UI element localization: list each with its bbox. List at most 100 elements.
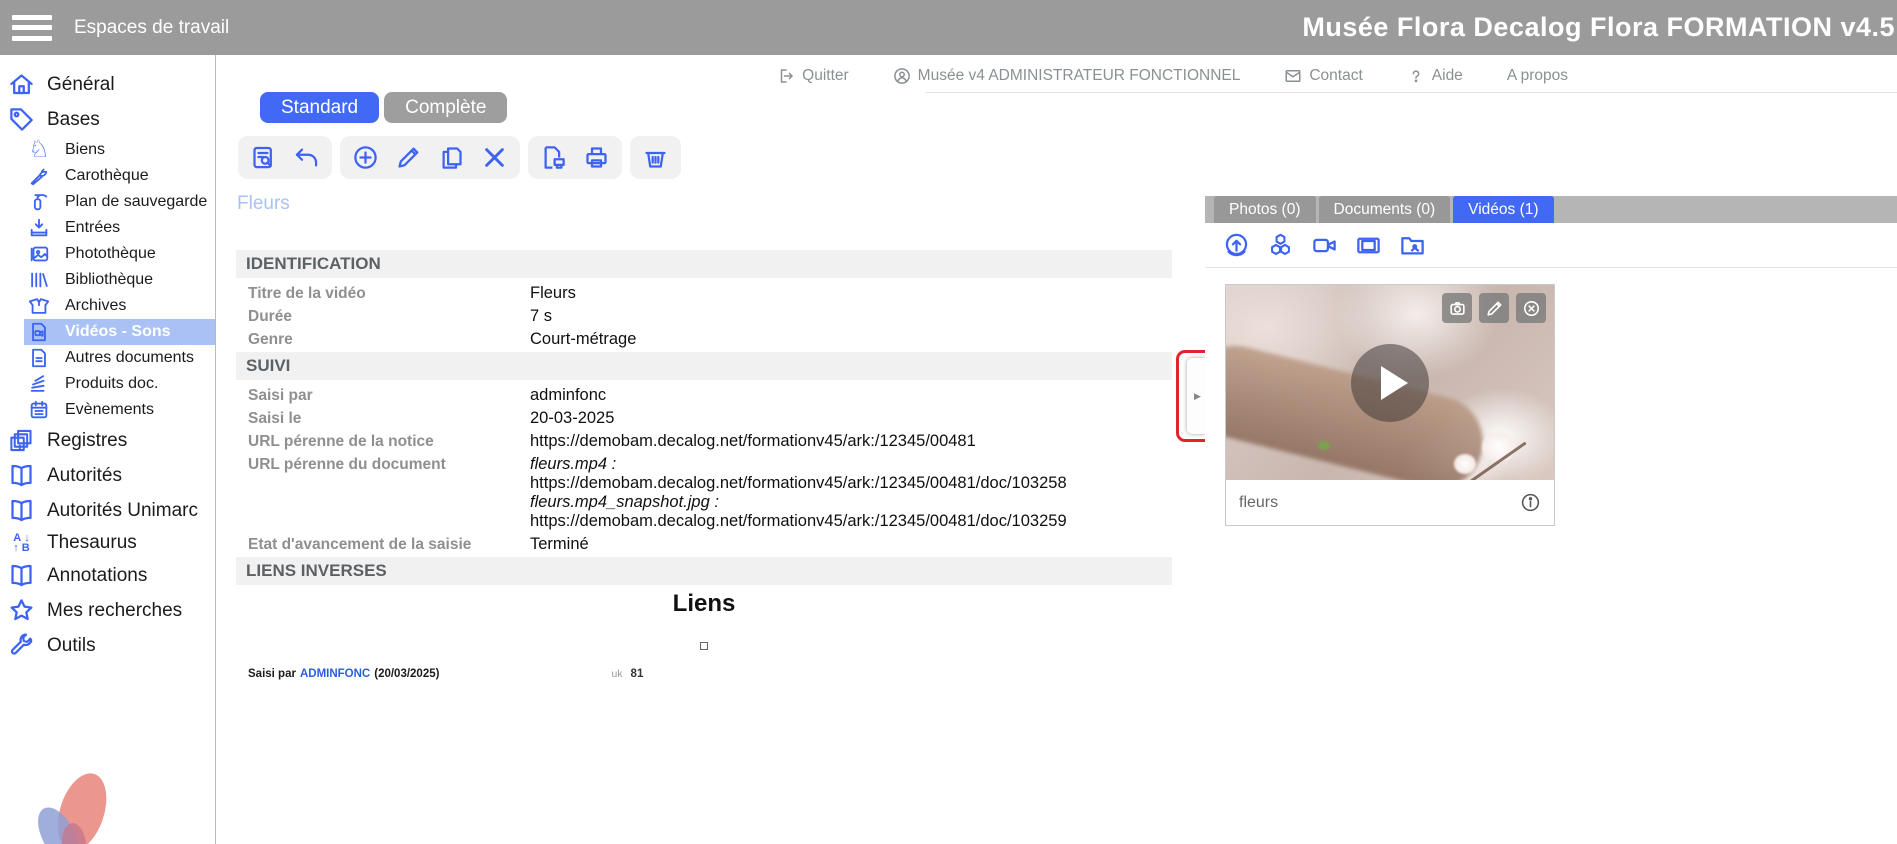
sidebar-item-autorites-unimarc[interactable]: Autorités Unimarc <box>0 493 215 528</box>
play-button[interactable] <box>1351 344 1429 422</box>
tab-standard[interactable]: Standard <box>260 92 379 123</box>
tab-videos[interactable]: Vidéos (1) <box>1453 196 1553 223</box>
chess-knight-icon: ♘ <box>28 139 50 161</box>
delete-button[interactable] <box>481 144 508 171</box>
contact-link[interactable]: Contact <box>1284 67 1362 85</box>
play-icon <box>1381 366 1408 400</box>
cubes-icon[interactable] <box>1267 232 1294 259</box>
inbox-download-icon <box>28 217 50 239</box>
field-row: Titre de la vidéo Fleurs <box>236 282 1172 305</box>
basket-button[interactable] <box>642 144 669 171</box>
sidebar-item-bibliotheque[interactable]: Bibliothèque <box>24 267 215 293</box>
utility-divider <box>925 92 1897 93</box>
record-fields: IDENTIFICATION Titre de la vidéo Fleurs … <box>236 249 1172 585</box>
sidebar-item-archives[interactable]: Archives <box>24 293 215 319</box>
utility-bar: Quitter Musée v4 ADMINISTRATEUR FONCTION… <box>900 62 1568 90</box>
question-mark-icon <box>1407 67 1425 85</box>
video-label-row: fleurs <box>1226 480 1554 525</box>
help-link[interactable]: Aide <box>1407 67 1463 85</box>
list-search-button[interactable] <box>250 144 277 171</box>
sidebar-item-evenements[interactable]: Evènements <box>24 397 215 423</box>
top-header-bar: Espaces de travail Musée Flora Decalog F… <box>0 0 1897 55</box>
sidebar-item-produits-doc[interactable]: Produits doc. <box>24 371 215 397</box>
toolbar-group-basket <box>630 136 681 179</box>
books-icon <box>28 269 50 291</box>
tab-photos[interactable]: Photos (0) <box>1214 196 1316 223</box>
envelope-icon <box>1284 67 1302 85</box>
sidebar-item-carotheque[interactable]: Carothèque <box>24 163 215 189</box>
sidebar-item-videos-sons[interactable]: Vidéos - Sons <box>24 319 215 345</box>
registers-icon <box>8 427 35 454</box>
info-icon[interactable] <box>1520 492 1541 513</box>
section-identification: IDENTIFICATION <box>236 250 1172 278</box>
printer-button[interactable] <box>583 144 610 171</box>
open-box-icon <box>28 295 50 317</box>
toolbar-group-print <box>528 136 622 179</box>
calendar-icon <box>28 399 50 421</box>
duplicate-button[interactable] <box>438 144 465 171</box>
sidebar-item-general[interactable]: Général <box>0 67 215 102</box>
field-row: Saisi le 20-03-2025 <box>236 407 1172 430</box>
open-book-icon <box>8 562 35 589</box>
document-icon <box>28 347 50 369</box>
sidebar-item-autres-documents[interactable]: Autres documents <box>24 345 215 371</box>
upload-icon[interactable] <box>1223 232 1250 259</box>
sidebar-item-plan-sauvegarde[interactable]: Plan de sauvegarde <box>24 189 215 215</box>
field-row: Durée 7 s <box>236 305 1172 328</box>
sidebar-item-registres[interactable]: Registres <box>0 423 215 458</box>
video-card[interactable]: fleurs <box>1225 284 1555 526</box>
view-tabs: Standard Complète <box>260 92 507 123</box>
tab-documents[interactable]: Documents (0) <box>1319 196 1451 223</box>
sidebar-nav: Général Bases ♘ Biens Carothèque Plan de… <box>0 55 216 844</box>
tab-complete[interactable]: Complète <box>384 92 507 123</box>
field-row: Genre Court-métrage <box>236 328 1172 351</box>
thumbnail-leaf <box>1318 441 1330 450</box>
record-title: Fleurs <box>237 193 290 215</box>
sidebar-item-biens[interactable]: ♘ Biens <box>24 137 215 163</box>
sidebar-item-phototheque[interactable]: Photothèque <box>24 241 215 267</box>
edit-button[interactable] <box>395 144 422 171</box>
folder-image-icon[interactable] <box>1399 232 1426 259</box>
toolbar-group-edit <box>340 136 520 179</box>
wrench-icon <box>8 632 35 659</box>
fire-extinguisher-icon <box>28 191 50 213</box>
video-thumbnail[interactable] <box>1226 285 1554 480</box>
video-camera-icon[interactable] <box>1311 232 1338 259</box>
star-icon <box>8 597 35 624</box>
about-link[interactable]: A propos <box>1507 67 1568 85</box>
sidebar-item-thesaurus[interactable]: A ↓↑ B Thesaurus <box>0 528 215 558</box>
exit-icon <box>777 67 795 85</box>
film-frame-icon[interactable] <box>1355 232 1382 259</box>
snapshot-button[interactable] <box>1442 293 1472 323</box>
camera-icon <box>1448 299 1467 318</box>
workspace-label[interactable]: Espaces de travail <box>74 17 229 39</box>
media-toolbar <box>1205 223 1897 268</box>
field-row: Etat d'avancement de la saisie Terminé <box>236 533 1172 556</box>
sidebar-item-entrees[interactable]: Entrées <box>24 215 215 241</box>
thumbnail-blossom <box>1454 454 1476 474</box>
tag-icon <box>8 106 35 133</box>
sidebar-item-autorites[interactable]: Autorités <box>0 458 215 493</box>
sidebar-item-bases[interactable]: Bases <box>0 102 215 137</box>
thumbnail-actions <box>1442 293 1546 323</box>
record-toolbar <box>238 136 681 179</box>
print-record-button[interactable] <box>540 144 567 171</box>
back-undo-button[interactable] <box>293 144 320 171</box>
field-row-doc-url: URL pérenne du document fleurs.mp4 : htt… <box>236 453 1172 533</box>
edit-media-button[interactable] <box>1479 293 1509 323</box>
thumbnail-blossom <box>1482 432 1516 462</box>
paper-stack-icon <box>28 373 50 395</box>
liens-heading: Liens <box>236 590 1172 618</box>
sidebar-item-outils[interactable]: Outils <box>0 628 215 663</box>
add-button[interactable] <box>352 144 379 171</box>
hamburger-menu-icon[interactable] <box>12 15 52 41</box>
remove-media-button[interactable] <box>1516 293 1546 323</box>
user-icon <box>893 67 911 85</box>
current-user[interactable]: Musée v4 ADMINISTRATEUR FONCTIONNEL <box>893 67 1241 85</box>
sidebar-item-annotations[interactable]: Annotations <box>0 558 215 593</box>
field-row: Saisi par adminfonc <box>236 384 1172 407</box>
footer-user-link[interactable]: ADMINFONC <box>300 668 370 680</box>
sidebar-item-mes-recherches[interactable]: Mes recherches <box>0 593 215 628</box>
quit-link[interactable]: Quitter <box>777 67 849 85</box>
flora-logo <box>16 757 126 844</box>
